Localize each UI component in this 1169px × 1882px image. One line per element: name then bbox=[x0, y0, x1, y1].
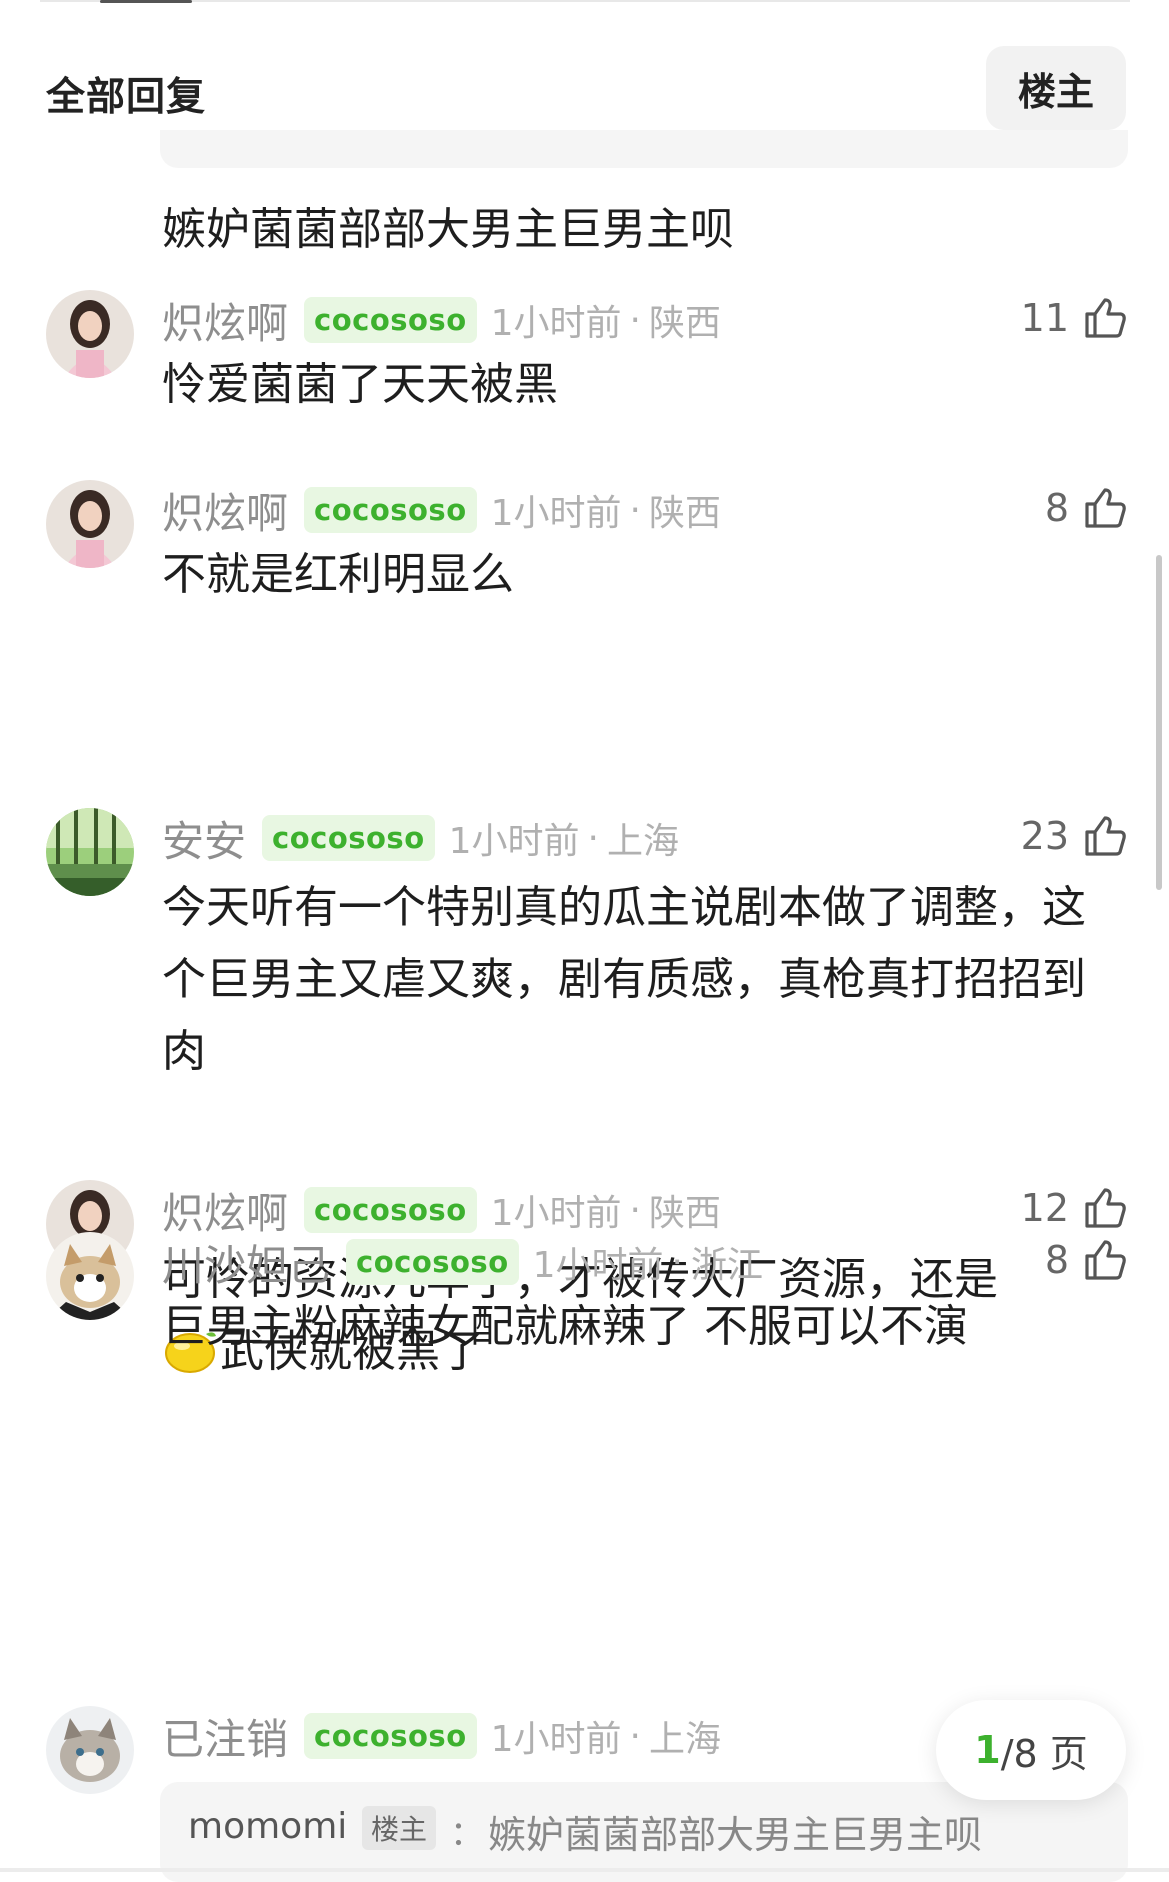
avatar[interactable] bbox=[46, 290, 134, 378]
like-count: 12 bbox=[1020, 1186, 1069, 1230]
reply-time: 1小时前 bbox=[490, 1719, 622, 1760]
like-button[interactable]: 23 bbox=[1021, 808, 1129, 864]
like-button[interactable]: 8 bbox=[1045, 1232, 1129, 1288]
reply-location: 浙江 bbox=[690, 1245, 763, 1286]
reply-time: 1小时前 bbox=[490, 1193, 622, 1234]
reply-location: 陕西 bbox=[648, 303, 721, 344]
user-tag: cocososo bbox=[304, 487, 477, 533]
avatar[interactable] bbox=[46, 480, 134, 568]
reply-time: 1小时前 bbox=[532, 1245, 664, 1286]
reply-time: 1小时前 bbox=[490, 493, 622, 534]
quote-colon: ： bbox=[450, 1814, 484, 1854]
meta-separator: · bbox=[587, 817, 599, 859]
user-tag: cocososo bbox=[262, 815, 435, 861]
reply-time: 1小时前 bbox=[490, 303, 622, 344]
avatar[interactable] bbox=[46, 1232, 134, 1320]
avatar[interactable] bbox=[46, 808, 134, 896]
bottom-divider bbox=[0, 1868, 1169, 1872]
meta-separator: · bbox=[629, 489, 641, 531]
username[interactable]: 炽炫啊 bbox=[162, 480, 288, 541]
username[interactable]: 炽炫啊 bbox=[162, 290, 288, 351]
like-button[interactable]: 8 bbox=[1045, 480, 1129, 536]
like-button[interactable]: 12 bbox=[1021, 1180, 1129, 1236]
meta-separator: · bbox=[629, 1715, 641, 1757]
thumbs-up-icon bbox=[1085, 1240, 1126, 1280]
reply-location: 陕西 bbox=[648, 1193, 721, 1234]
op-badge: 楼主 bbox=[362, 1806, 436, 1850]
user-tag: cocososo bbox=[304, 1713, 477, 1759]
username[interactable]: 已注销 bbox=[162, 1706, 288, 1767]
meta-separator: · bbox=[629, 1189, 641, 1231]
thumbs-up-icon bbox=[1085, 1188, 1126, 1228]
meta-separator: · bbox=[671, 1241, 683, 1283]
reply-location: 上海 bbox=[648, 1719, 721, 1760]
reply-text: 巨男主粉麻辣女配就麻辣了 不服可以不演 bbox=[162, 1301, 968, 1352]
like-count: 8 bbox=[1044, 486, 1069, 530]
reply-text: 怜爱菌菌了天天被黑 bbox=[162, 359, 558, 410]
pagination-indicator[interactable]: 1/8 页 bbox=[936, 1700, 1126, 1800]
like-count: 8 bbox=[1044, 1238, 1069, 1282]
reply-item: 安安 cocososo 1小时前 · 上海 23 今天听有一个特别真的瓜主说剧本… bbox=[0, 806, 1169, 1077]
op-only-filter-button[interactable]: 楼主 bbox=[986, 46, 1126, 130]
quoted-username[interactable]: momomi bbox=[188, 1806, 347, 1847]
username[interactable]: 川沙妲己 bbox=[162, 1232, 330, 1293]
like-count: 11 bbox=[1020, 296, 1069, 340]
all-replies-title: 全部回复 bbox=[46, 75, 207, 120]
reply-location: 上海 bbox=[606, 821, 679, 862]
reply-location: 陕西 bbox=[648, 493, 721, 534]
thumbs-up-icon bbox=[1085, 488, 1126, 528]
avatar[interactable] bbox=[46, 1706, 134, 1794]
like-count: 23 bbox=[1020, 814, 1069, 858]
user-tag: cocososo bbox=[304, 1187, 477, 1233]
total-pages: /8 页 bbox=[1000, 1731, 1088, 1776]
current-page: 1 bbox=[974, 1728, 1001, 1772]
thumbs-up-icon bbox=[1085, 816, 1126, 856]
reply-item: 炽炫啊 cocososo 1小时前 · 陕西 8 不就是红利明显么 bbox=[0, 478, 1169, 618]
username[interactable]: 安安 bbox=[162, 808, 246, 869]
top-divider bbox=[40, 0, 1130, 2]
reply-item: 炽炫啊 cocososo 1小时前 · 陕西 11 怜爱菌菌了天天被黑 bbox=[0, 288, 1169, 428]
tab-indicator bbox=[100, 0, 192, 3]
previous-comment-text: 嫉妒菌菌部部大男主巨男主呗 bbox=[162, 204, 734, 255]
replies-header: 全部回复 楼主 bbox=[0, 20, 1169, 130]
like-button[interactable]: 11 bbox=[1021, 290, 1129, 346]
user-tag: cocososo bbox=[304, 297, 477, 343]
user-tag: cocososo bbox=[346, 1239, 519, 1285]
quoted-text: 嫉妒菌菌部部大男主巨男主呗 bbox=[488, 1813, 983, 1857]
reply-time: 1小时前 bbox=[448, 821, 580, 862]
reply-text: 今天听有一个特别真的瓜主说剧本做了调整，这个巨男主又虐又爽，剧有质感，真枪真打招… bbox=[162, 882, 1086, 1077]
reply-item: 川沙妲己 cocososo 1小时前 · 浙江 8 巨男主粉麻辣女配就麻辣了 不… bbox=[0, 1230, 1169, 1370]
thumbs-up-icon bbox=[1085, 298, 1126, 338]
reply-text: 不就是红利明显么 bbox=[162, 549, 514, 600]
quoted-image-card bbox=[160, 130, 1128, 168]
scrollbar[interactable] bbox=[1156, 555, 1162, 890]
meta-separator: · bbox=[629, 299, 641, 341]
